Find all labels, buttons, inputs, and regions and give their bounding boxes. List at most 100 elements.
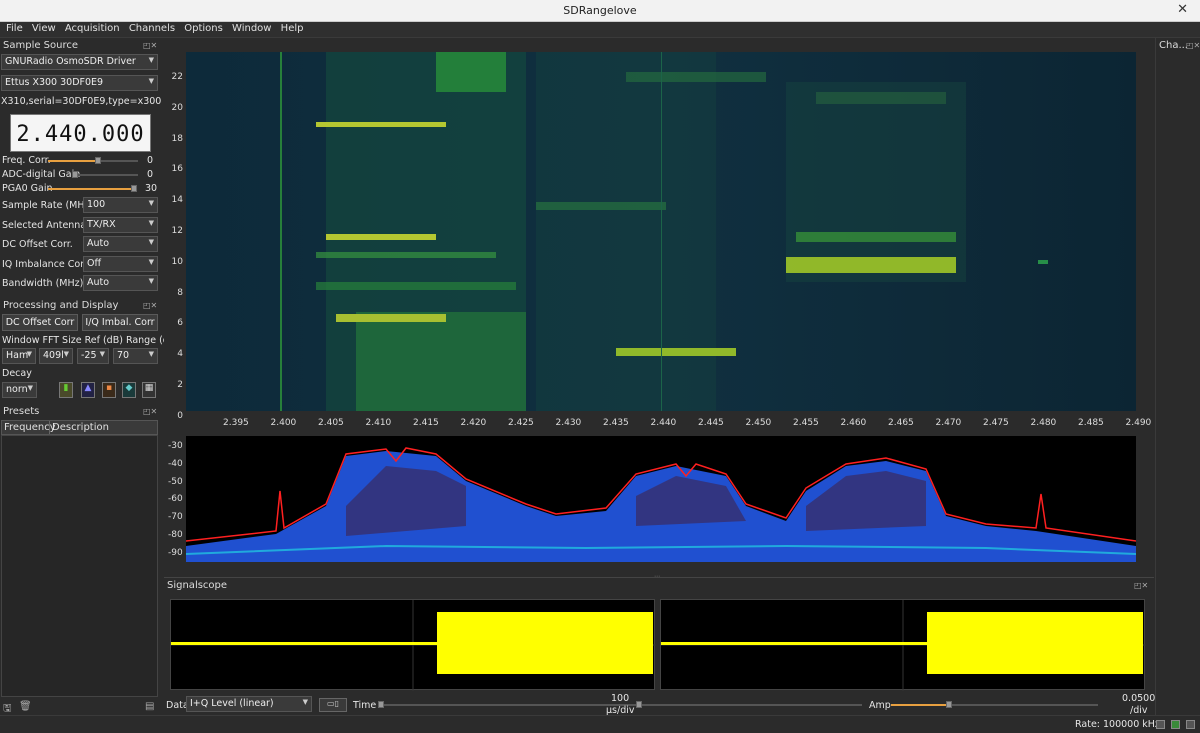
waterfall-x-tick: 2.465 bbox=[888, 418, 914, 428]
time-slider-knob[interactable] bbox=[378, 701, 384, 708]
waterfall-y-tick: 16 bbox=[171, 164, 183, 175]
freq-corr-fill bbox=[48, 160, 98, 162]
presets-col-frequency[interactable]: Frequency bbox=[4, 422, 56, 433]
sample-rate-select[interactable]: 100 ▼ bbox=[83, 197, 158, 213]
float-close-icon[interactable]: ◰✕ bbox=[143, 407, 157, 416]
menu-file[interactable]: File bbox=[0, 22, 23, 34]
freq-corr-label: Freq. Corr. bbox=[2, 155, 51, 166]
waterfall-y-tick: 10 bbox=[171, 256, 183, 267]
waterfall-x-tick: 2.470 bbox=[935, 418, 962, 428]
close-icon[interactable]: ✕ bbox=[1177, 2, 1188, 17]
chevron-down-icon: ▼ bbox=[302, 698, 308, 706]
adc-gain-knob[interactable] bbox=[72, 171, 78, 178]
window-select[interactable]: Ham ▼ bbox=[2, 348, 36, 364]
processing-title: Processing and Display bbox=[3, 300, 119, 311]
decay-select[interactable]: norn ▼ bbox=[2, 382, 37, 398]
chevron-down-icon: ▼ bbox=[148, 56, 154, 64]
float-close-icon[interactable]: ◰✕ bbox=[143, 301, 157, 310]
chevron-down-icon: ▼ bbox=[148, 277, 154, 285]
presets-title: Presets bbox=[3, 406, 40, 417]
amp-slider-knob[interactable] bbox=[946, 701, 952, 708]
adc-gain-value: 0 bbox=[147, 169, 154, 180]
amp-slider-fill bbox=[891, 704, 948, 706]
chevron-down-icon: ▼ bbox=[148, 238, 154, 246]
time-offset-knob[interactable] bbox=[636, 701, 642, 708]
menu-options[interactable]: Options bbox=[178, 22, 223, 34]
device-select[interactable]: Ettus X300 30DF0E9 ▼ bbox=[1, 75, 158, 91]
sample-rate-status: Rate: 100000 kHz bbox=[1075, 719, 1160, 730]
presets-list[interactable] bbox=[1, 435, 158, 697]
waterfall-x-tick: 2.415 bbox=[413, 418, 439, 428]
waterfall-display[interactable] bbox=[186, 52, 1136, 411]
delete-preset-icon[interactable]: 🗑 bbox=[19, 701, 32, 712]
antenna-select[interactable]: TX/RX ▼ bbox=[83, 217, 158, 233]
waterfall-x-tick: 2.420 bbox=[460, 418, 487, 428]
chevron-down-icon: ▼ bbox=[148, 199, 154, 207]
waterfall-y-tick: 22 bbox=[171, 72, 183, 82]
data-value: I+Q Level (linear) bbox=[190, 698, 274, 709]
chevron-down-icon: ▼ bbox=[99, 350, 105, 358]
live-spectrum-icon[interactable]: ▪ bbox=[102, 382, 116, 398]
menu-view[interactable]: View bbox=[26, 22, 56, 34]
histogram-toggle-icon[interactable]: ▲ bbox=[81, 382, 95, 398]
device-args: X310,serial=30DF0E9,type=x300,uhd bbox=[1, 96, 161, 107]
fft-size-select[interactable]: 409l ▼ bbox=[39, 348, 73, 364]
grid-toggle-icon[interactable]: ▦ bbox=[142, 382, 156, 398]
presets-col-description[interactable]: Description bbox=[52, 422, 109, 433]
scope-trace-right[interactable] bbox=[660, 599, 1146, 691]
waterfall-y-tick: 8 bbox=[177, 287, 183, 298]
waterfall-canvas bbox=[186, 52, 1136, 411]
waterfall-x-tick: 2.425 bbox=[508, 418, 534, 428]
float-close-icon[interactable]: ◰✕ bbox=[143, 41, 157, 50]
column-divider bbox=[49, 421, 50, 434]
device-value: Ettus X300 30DF0E9 bbox=[5, 77, 104, 88]
iq-imbalance-button[interactable]: I/Q Imbal. Corr bbox=[82, 314, 158, 331]
amp-slider[interactable] bbox=[891, 701, 1098, 708]
waterfall-x-tick: 2.410 bbox=[365, 418, 392, 428]
pga-gain-label: PGA0 Gain bbox=[2, 183, 53, 194]
waterfall-x-tick: 2.475 bbox=[983, 418, 1009, 428]
load-preset-icon[interactable]: ▤ bbox=[145, 701, 154, 712]
spectrum-y-tick: -80 bbox=[168, 530, 183, 540]
dc-offset-button[interactable]: DC Offset Corr bbox=[2, 314, 78, 331]
waterfall-y-tick: 18 bbox=[171, 133, 183, 144]
waterfall-toggle-icon[interactable]: ▮ bbox=[59, 382, 73, 398]
fft-header: Window FFT Size Ref (dB) Range (dB) bbox=[2, 335, 180, 346]
running-indicator-icon bbox=[1171, 720, 1180, 729]
freq-corr-knob[interactable] bbox=[94, 157, 101, 164]
bandwidth-label: Bandwidth (MHz) bbox=[2, 278, 84, 289]
spectrum-display[interactable] bbox=[186, 436, 1136, 562]
float-close-icon[interactable]: ◰✕ bbox=[1134, 581, 1148, 590]
peak-hold-icon[interactable]: ◆ bbox=[122, 382, 136, 398]
adc-gain-slider[interactable] bbox=[72, 171, 138, 178]
ref-select[interactable]: -25 ▼ bbox=[77, 348, 109, 364]
chevron-down-icon: ▼ bbox=[148, 219, 154, 227]
menu-window[interactable]: Window bbox=[226, 22, 271, 34]
data-select[interactable]: I+Q Level (linear) ▼ bbox=[186, 696, 312, 712]
freq-corr-slider[interactable] bbox=[48, 157, 138, 164]
waterfall-x-tick: 2.405 bbox=[318, 418, 344, 428]
window-value: Ham bbox=[6, 350, 29, 361]
menu-acquisition[interactable]: Acquisition bbox=[59, 22, 120, 34]
waterfall-x-tick: 2.435 bbox=[603, 418, 629, 428]
status-indicator-icon bbox=[1186, 720, 1195, 729]
pga-gain-fill bbox=[48, 188, 134, 190]
iq-imbalance-select[interactable]: Off ▼ bbox=[83, 256, 158, 272]
bandwidth-select[interactable]: Auto ▼ bbox=[83, 275, 158, 291]
time-value: 100 bbox=[611, 693, 630, 704]
layout-toggle-icon[interactable]: ▭▯ bbox=[319, 698, 347, 712]
pga-gain-knob[interactable] bbox=[131, 185, 137, 192]
pga-gain-value: 30 bbox=[145, 183, 158, 194]
scope-trace-left[interactable] bbox=[170, 599, 656, 691]
ref-value: -25 bbox=[81, 350, 97, 361]
menu-channels[interactable]: Channels bbox=[123, 22, 175, 34]
frequency-dial[interactable]: 2.440.000 bbox=[10, 114, 151, 152]
waterfall-y-tick: 14 bbox=[171, 195, 183, 206]
float-close-icon[interactable]: ◰✕ bbox=[1186, 41, 1200, 50]
pga-gain-slider[interactable] bbox=[48, 185, 137, 192]
dc-offset-select[interactable]: Auto ▼ bbox=[83, 236, 158, 252]
menu-help[interactable]: Help bbox=[275, 22, 304, 34]
waterfall-y-tick: 0 bbox=[177, 410, 183, 421]
driver-select[interactable]: GNURadio OsmoSDR Driver ▼ bbox=[1, 54, 158, 70]
range-select[interactable]: 70 ▼ bbox=[113, 348, 158, 364]
